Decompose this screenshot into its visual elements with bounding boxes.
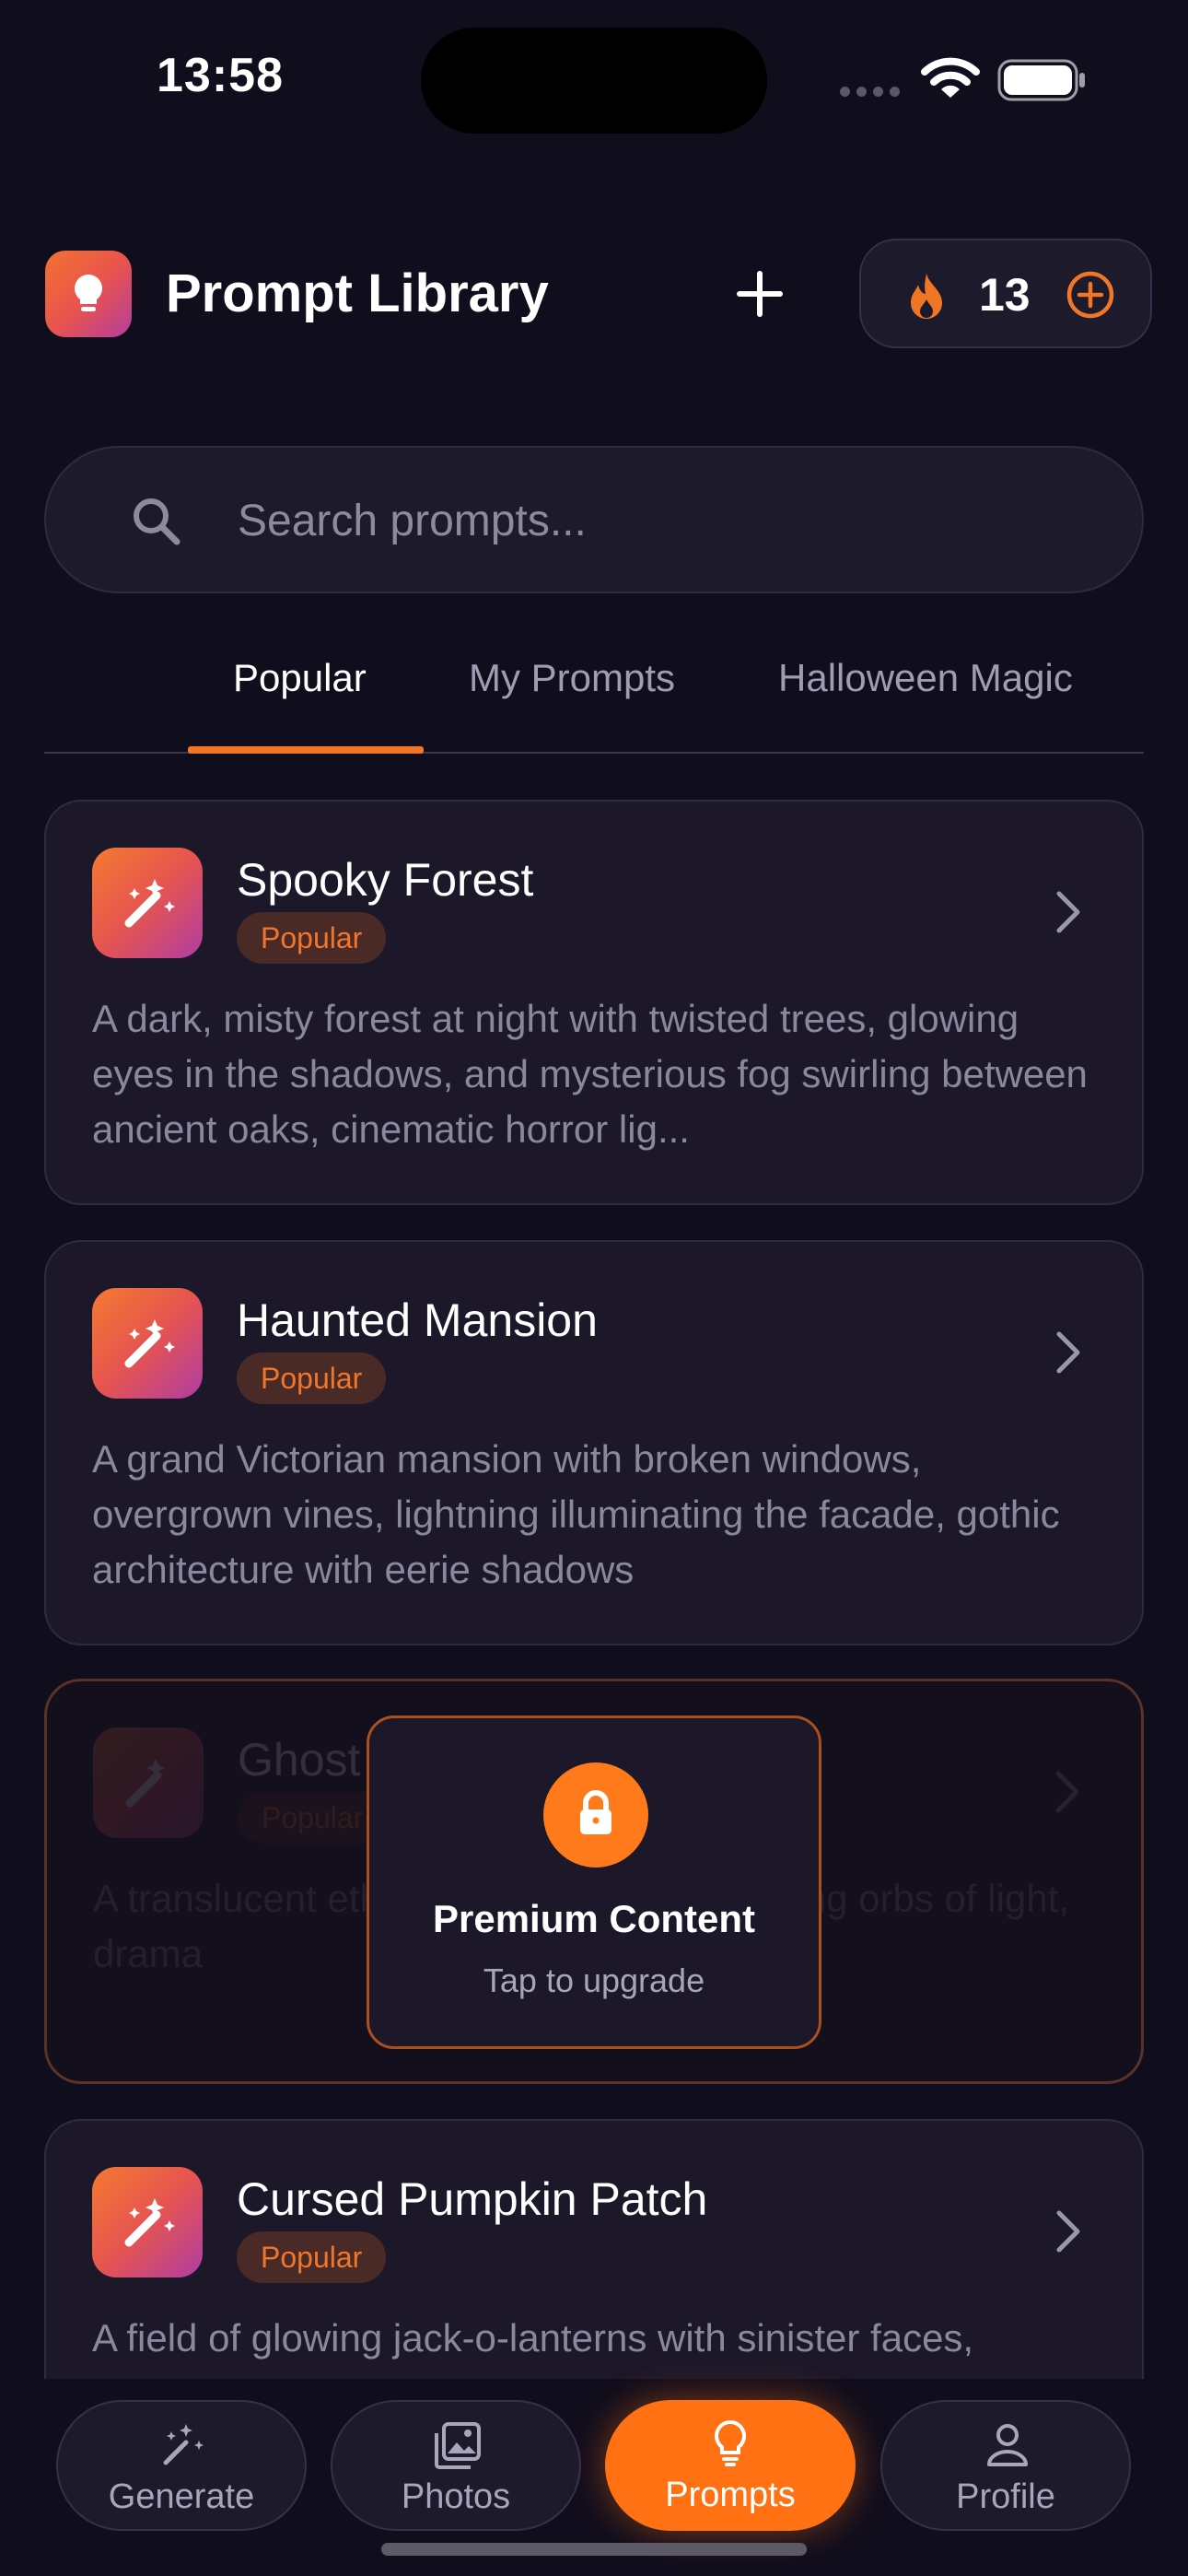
chevron-right-icon (1056, 2210, 1080, 2253)
status-time: 13:58 (157, 49, 284, 102)
premium-overlay[interactable]: Premium Content Tap to upgrade (367, 1715, 821, 2049)
prompt-title: Cursed Pumpkin Patch (237, 2173, 708, 2225)
credits-button[interactable]: 13 (859, 239, 1152, 348)
lightbulb-icon (715, 2419, 746, 2466)
prompt-description: A grand Victorian mansion with broken wi… (92, 1437, 1060, 1591)
prompt-icon (92, 2167, 203, 2277)
prompt-title: Haunted Mansion (237, 1294, 598, 1346)
chevron-right-icon (1056, 1331, 1080, 1374)
nav-label: Profile (956, 2477, 1055, 2516)
chevron-right-icon (1055, 1771, 1079, 1813)
dynamic-island (421, 28, 767, 134)
chevron-right-icon (1056, 891, 1080, 933)
premium-title: Premium Content (432, 1897, 756, 1940)
credits-count: 13 (979, 269, 1031, 321)
flame-icon (911, 274, 942, 319)
lock-icon (580, 1790, 611, 1834)
popular-badge: Popular (237, 1352, 387, 1404)
nav-label: Photos (401, 2477, 511, 2516)
person-icon (987, 2424, 1028, 2466)
popular-badge: Popular (238, 1792, 388, 1844)
tab-popular[interactable]: Popular (233, 656, 367, 700)
search-bar[interactable] (44, 446, 1144, 593)
magic-wand-icon (124, 879, 175, 928)
active-tab-indicator (188, 746, 424, 754)
nav-label: Prompts (665, 2476, 796, 2514)
add-prompt-button[interactable] (728, 262, 792, 326)
popular-badge: Popular (237, 2231, 387, 2283)
nav-prompts[interactable]: Prompts (605, 2400, 856, 2531)
search-input[interactable] (236, 485, 1068, 556)
search-icon (134, 498, 181, 545)
prompt-icon (93, 1727, 204, 1838)
wifi-icon (921, 57, 980, 98)
app-logo (45, 251, 132, 337)
prompt-card[interactable]: Haunted Mansion Popular A grand Victoria… (44, 1240, 1144, 1645)
nav-label: Generate (108, 2477, 255, 2516)
photos-icon (435, 2422, 481, 2469)
tab-halloween-magic[interactable]: Halloween Magic (778, 656, 1073, 700)
prompt-description: A dark, misty forest at night with twist… (92, 997, 1088, 1151)
home-indicator[interactable] (381, 2543, 807, 2556)
lightbulb-icon (75, 275, 102, 311)
prompt-title: Spooky Forest (237, 854, 534, 906)
popular-badge: Popular (237, 912, 387, 964)
tab-my-prompts[interactable]: My Prompts (469, 656, 675, 700)
magic-wand-icon (124, 1319, 175, 1368)
upgrade-link[interactable]: Tap to upgrade (369, 1961, 819, 2000)
nav-generate[interactable]: Generate (56, 2400, 307, 2531)
magic-wand-icon (125, 1759, 165, 1808)
magic-wand-icon (124, 2198, 175, 2247)
prompt-icon (92, 1288, 203, 1399)
battery-icon (997, 59, 1085, 101)
prompt-card[interactable]: Spooky Forest Popular A dark, misty fore… (44, 800, 1144, 1205)
add-credits-icon[interactable] (1066, 270, 1115, 320)
prompt-icon (92, 848, 203, 958)
lock-badge (543, 1762, 648, 1868)
page-title: Prompt Library (166, 263, 549, 323)
prompt-description: A field of glowing jack-o-lanterns with … (92, 2316, 974, 2359)
nav-profile[interactable]: Profile (880, 2400, 1131, 2531)
nav-photos[interactable]: Photos (331, 2400, 581, 2531)
magic-wand-icon (163, 2424, 204, 2465)
cellular-signal-icon (840, 85, 906, 101)
